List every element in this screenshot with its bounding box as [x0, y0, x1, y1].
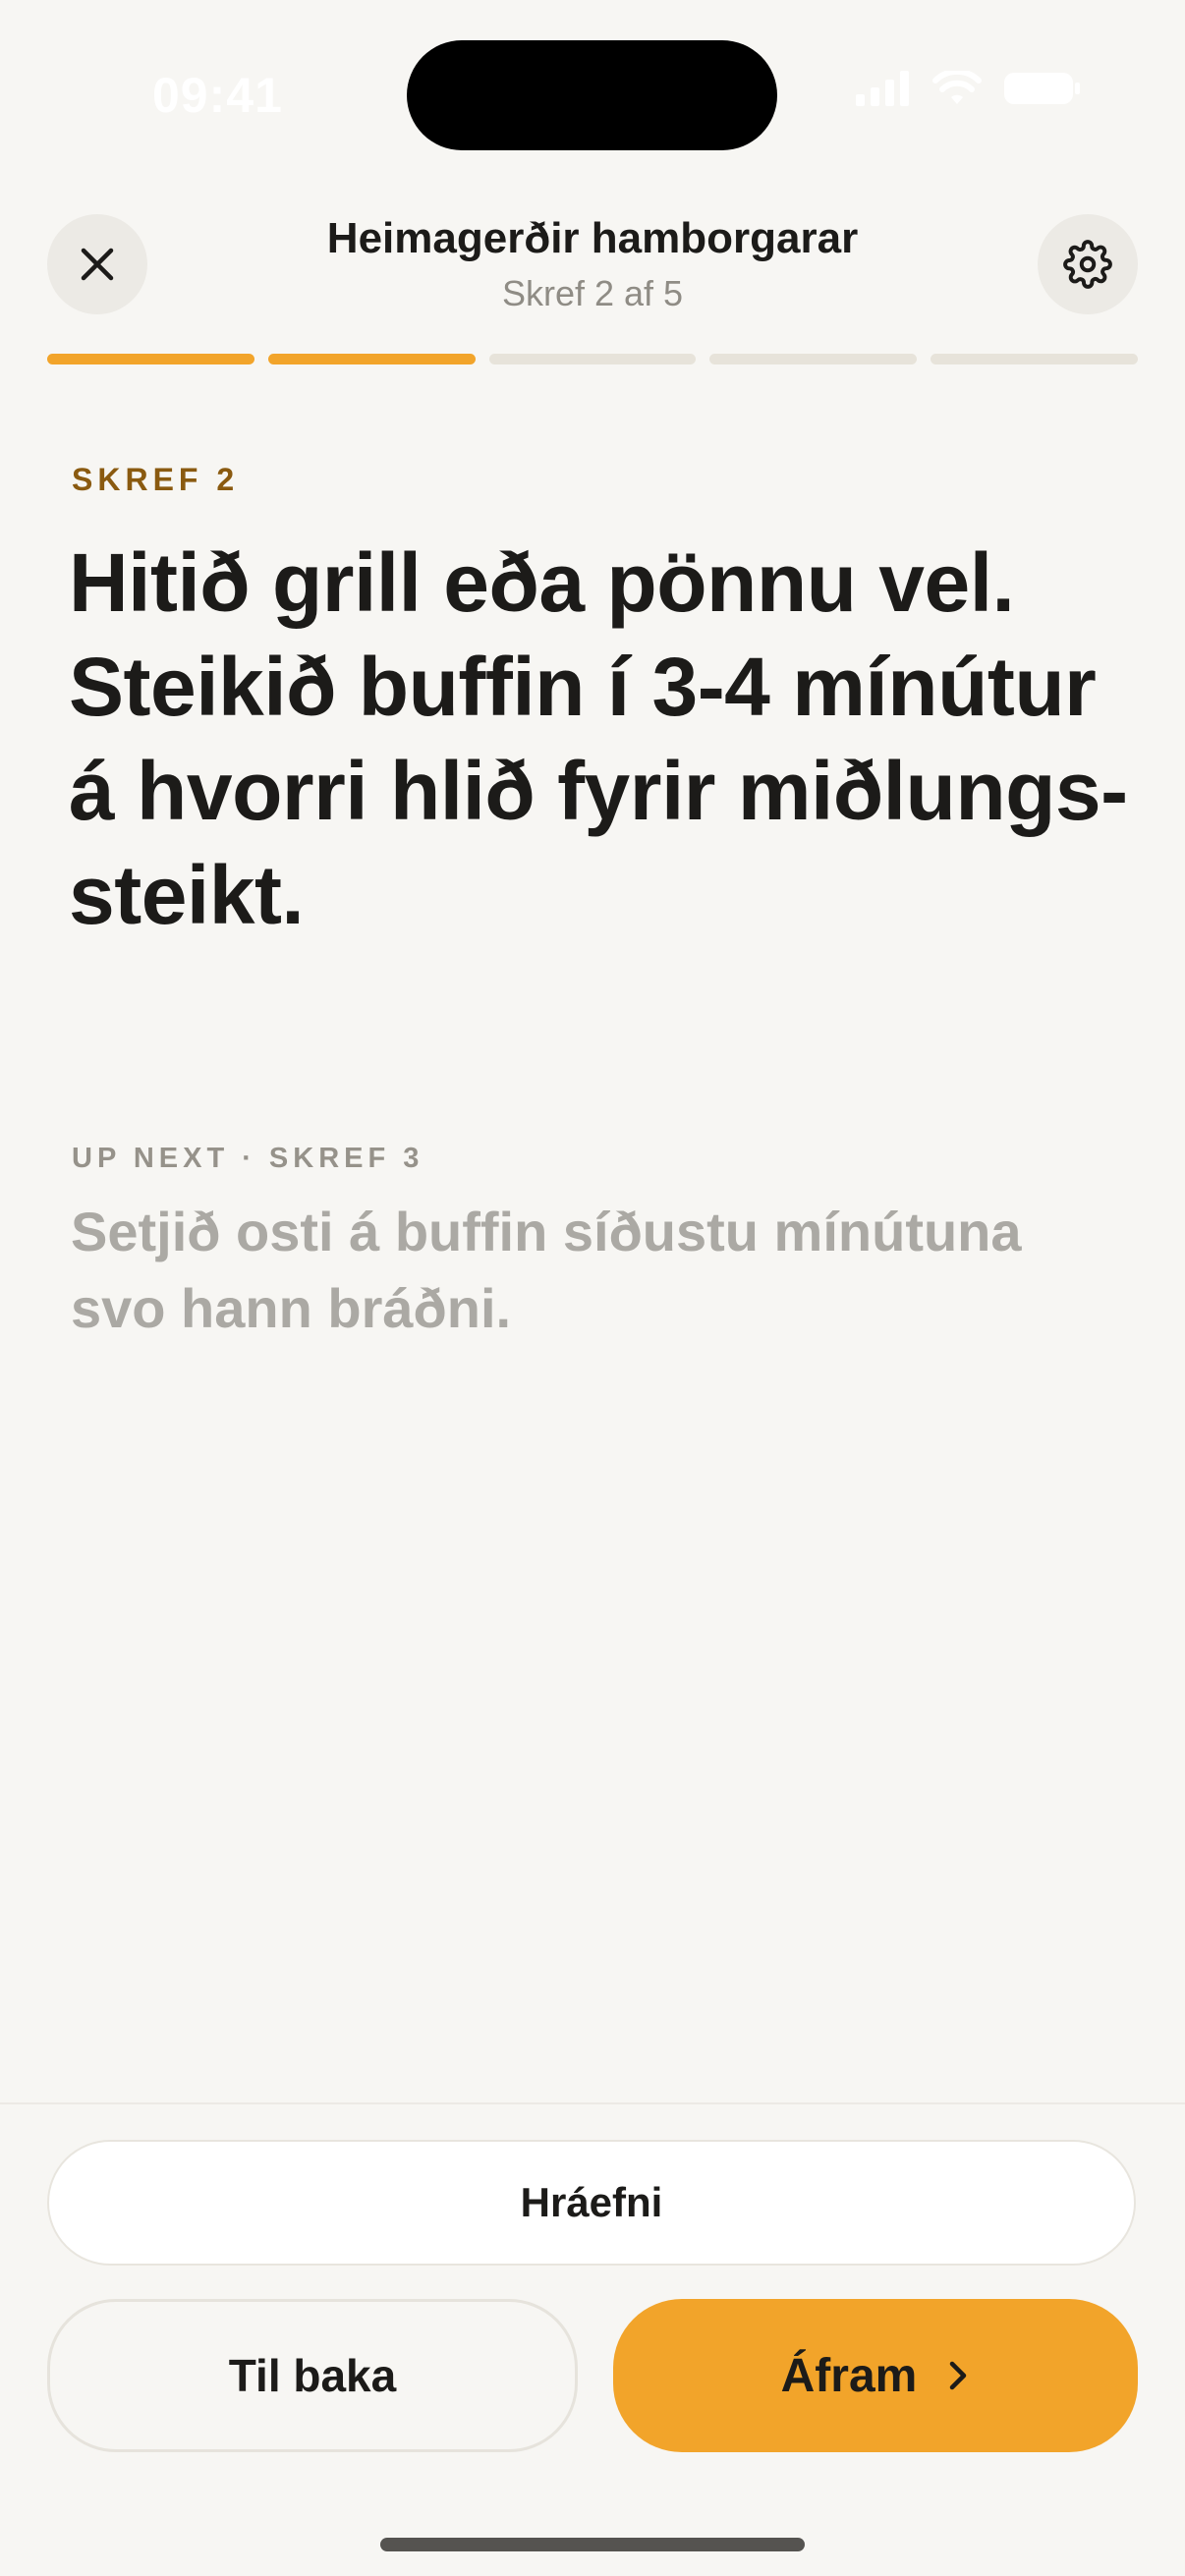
- dynamic-island: [407, 40, 777, 150]
- progress-segment: [47, 354, 254, 364]
- chevron-right-icon: [950, 2361, 967, 2390]
- gear-icon: [1063, 240, 1112, 289]
- up-next-instruction: Setjið osti á buffin síðustu mínútuna sv…: [71, 1201, 1022, 1339]
- wifi-icon: [932, 71, 982, 104]
- status-bar: 09:41: [0, 0, 1185, 196]
- step-instruction: Hitið grill eða pönnu vel. Steikið buffi…: [69, 536, 1128, 941]
- step-label: SKREF 2: [72, 462, 240, 497]
- status-time: 09:41: [152, 68, 283, 123]
- ingredients-button-label: Hráefni: [520, 2179, 663, 2225]
- step-counter: Skref 2 af 5: [501, 273, 684, 313]
- step-progress-bar: [47, 354, 1138, 364]
- bottom-divider: [0, 2102, 1185, 2104]
- page-title: Heimagerðir hamborgarar: [326, 214, 859, 262]
- close-button[interactable]: [47, 214, 147, 314]
- settings-button[interactable]: [1038, 214, 1138, 314]
- progress-segment: [709, 354, 918, 364]
- cellular-signal-icon: [856, 71, 909, 106]
- close-icon: [81, 248, 114, 281]
- up-next-label: UP NEXT · SKREF 3: [72, 1143, 424, 1174]
- progress-segment: [488, 354, 697, 364]
- next-button-label: Áfram: [780, 2349, 918, 2402]
- progress-segment: [267, 354, 476, 364]
- battery-icon: [1004, 73, 1080, 104]
- progress-segment: [931, 354, 1138, 364]
- back-button-label: Til baka: [228, 2350, 397, 2401]
- home-indicator: [380, 2538, 805, 2551]
- ingredients-button[interactable]: Hráefni: [47, 2140, 1136, 2266]
- back-button[interactable]: Til baka: [47, 2299, 578, 2452]
- next-button[interactable]: Áfram: [613, 2299, 1138, 2452]
- status-icons: [856, 71, 1082, 106]
